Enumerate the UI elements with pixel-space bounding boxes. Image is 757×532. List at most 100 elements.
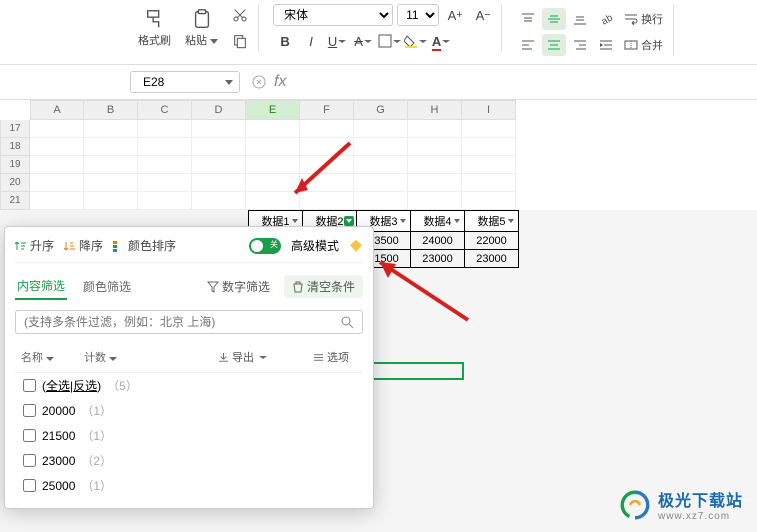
filter-item-checkbox[interactable] [23, 404, 36, 417]
align-top-icon[interactable] [516, 8, 540, 30]
row-header[interactable]: 20 [0, 174, 30, 192]
filter-item-checkbox[interactable] [23, 429, 36, 442]
font-name-select[interactable]: 宋体 [273, 4, 393, 26]
cell[interactable] [84, 192, 138, 210]
row-header[interactable]: 19 [0, 156, 30, 174]
cell[interactable] [300, 120, 354, 138]
cell[interactable] [408, 138, 462, 156]
spreadsheet-grid[interactable]: ABCDEFGHI 1718192021 数据1数据2数据3数据4数据5 235… [0, 100, 757, 210]
strike-button[interactable]: A [351, 30, 375, 52]
filter-item[interactable]: 20000（1） [15, 398, 363, 423]
cell[interactable] [192, 138, 246, 156]
cell[interactable] [462, 138, 516, 156]
wrap-text-button[interactable]: 换行 [620, 8, 667, 30]
number-filter-button[interactable]: 数字筛选 [199, 275, 278, 298]
underline-button[interactable]: U [325, 30, 349, 52]
filter-item[interactable]: 25000（1） [15, 473, 363, 498]
cell[interactable] [462, 174, 516, 192]
merge-button[interactable]: 合并 [620, 34, 667, 56]
cell[interactable] [30, 138, 84, 156]
tab-content-filter[interactable]: 内容筛选 [15, 273, 67, 300]
cell[interactable] [408, 192, 462, 210]
col-header-E[interactable]: E [246, 100, 300, 120]
cell[interactable] [462, 120, 516, 138]
orientation-icon[interactable]: ab [594, 8, 618, 30]
cell[interactable] [138, 120, 192, 138]
col-header-F[interactable]: F [300, 100, 354, 120]
cancel-icon[interactable] [252, 75, 266, 89]
cell[interactable] [300, 138, 354, 156]
cell[interactable] [354, 120, 408, 138]
cell[interactable] [192, 120, 246, 138]
cell[interactable] [192, 174, 246, 192]
col-header-C[interactable]: C [138, 100, 192, 120]
row-header[interactable]: 17 [0, 120, 30, 138]
format-painter-button[interactable]: 格式刷 [134, 6, 175, 50]
align-right-icon[interactable] [568, 34, 592, 56]
filter-item-checkbox[interactable] [23, 479, 36, 492]
italic-button[interactable]: I [299, 30, 323, 52]
cell[interactable] [300, 192, 354, 210]
cell[interactable] [246, 138, 300, 156]
cell[interactable] [462, 192, 516, 210]
col-header-B[interactable]: B [84, 100, 138, 120]
cell[interactable] [354, 174, 408, 192]
cell[interactable] [30, 192, 84, 210]
table-cell[interactable]: 22000 [465, 232, 519, 250]
filter-item-checkbox[interactable] [23, 454, 36, 467]
cell[interactable] [138, 192, 192, 210]
col-header-I[interactable]: I [462, 100, 516, 120]
search-icon[interactable] [340, 315, 354, 329]
cell[interactable] [300, 174, 354, 192]
align-left-icon[interactable] [516, 34, 540, 56]
cell[interactable] [84, 120, 138, 138]
align-center-icon[interactable] [542, 34, 566, 56]
font-size-select[interactable]: 11 [397, 4, 439, 26]
cell[interactable] [138, 156, 192, 174]
table-cell[interactable]: 23000 [465, 250, 519, 268]
col-count-header[interactable]: 计数 [84, 349, 117, 365]
cell[interactable] [138, 138, 192, 156]
filter-dropdown-icon[interactable] [398, 216, 408, 226]
col-header-H[interactable]: H [408, 100, 462, 120]
cell[interactable] [192, 156, 246, 174]
cell[interactable] [246, 156, 300, 174]
filter-dropdown-icon[interactable] [452, 216, 462, 226]
bold-button[interactable]: B [273, 30, 297, 52]
align-bottom-icon[interactable] [568, 8, 592, 30]
filter-item[interactable]: 21500（1） [15, 423, 363, 448]
filter-dropdown-icon[interactable] [290, 216, 300, 226]
filter-item[interactable]: 23000（2） [15, 448, 363, 473]
cell[interactable] [84, 138, 138, 156]
col-header-G[interactable]: G [354, 100, 408, 120]
export-button[interactable]: 导出 [210, 346, 275, 368]
sort-color-button[interactable]: 颜色排序 [113, 237, 176, 254]
filter-search-input[interactable] [24, 315, 340, 329]
cell[interactable] [300, 156, 354, 174]
cell[interactable] [408, 156, 462, 174]
cell[interactable] [84, 174, 138, 192]
table-header[interactable]: 数据5 [465, 211, 519, 232]
cell[interactable] [246, 120, 300, 138]
cell[interactable] [138, 174, 192, 192]
table-cell[interactable]: 23000 [411, 250, 465, 268]
filter-dropdown-icon[interactable] [344, 216, 354, 226]
filter-search[interactable] [15, 310, 363, 334]
cell[interactable] [192, 192, 246, 210]
cell[interactable] [30, 174, 84, 192]
decrease-font-icon[interactable]: A− [471, 4, 495, 26]
cell[interactable] [30, 156, 84, 174]
increase-font-icon[interactable]: A+ [443, 4, 467, 26]
col-name-header[interactable]: 名称 [21, 349, 54, 365]
fill-color-button[interactable] [403, 30, 427, 52]
align-middle-icon[interactable] [542, 8, 566, 30]
select-all-row[interactable]: (全选|反选) （5） [15, 373, 363, 398]
cell[interactable] [354, 156, 408, 174]
cell[interactable] [462, 156, 516, 174]
font-color-button[interactable]: A [429, 30, 453, 52]
name-box[interactable]: E28 [130, 71, 240, 93]
col-header-A[interactable]: A [30, 100, 84, 120]
table-header[interactable]: 数据4 [411, 211, 465, 232]
table-cell[interactable]: 24000 [411, 232, 465, 250]
row-header[interactable]: 21 [0, 192, 30, 210]
